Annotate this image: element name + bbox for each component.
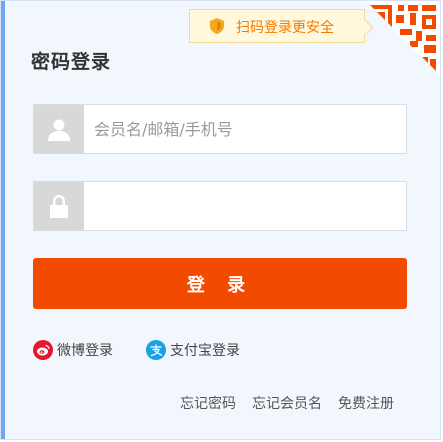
login-button[interactable]: 登 录 bbox=[33, 258, 407, 309]
forgot-password-link[interactable]: 忘记密码 bbox=[180, 393, 236, 413]
qr-login-tip[interactable]: 扫码登录更安全 bbox=[189, 9, 365, 43]
weibo-icon bbox=[33, 340, 53, 360]
login-panel: 扫码登录更安全 密码登录 会员名/邮箱/手机号 登 录 微博登录 支付宝登录 忘… bbox=[0, 0, 441, 440]
shield-icon bbox=[210, 18, 224, 34]
password-field[interactable] bbox=[33, 181, 407, 231]
username-field[interactable] bbox=[33, 104, 407, 154]
alipay-login-link[interactable]: 支付宝登录 bbox=[146, 339, 240, 361]
weibo-login-label: 微博登录 bbox=[57, 343, 113, 359]
register-link[interactable]: 免费注册 bbox=[338, 393, 394, 413]
username-input[interactable] bbox=[94, 105, 394, 153]
alipay-icon bbox=[146, 340, 166, 360]
weibo-login-link[interactable]: 微博登录 bbox=[33, 339, 113, 361]
page-title: 密码登录 bbox=[31, 51, 112, 73]
user-icon-box bbox=[34, 105, 84, 153]
password-input[interactable] bbox=[94, 182, 394, 230]
lock-icon bbox=[50, 195, 68, 218]
qr-tip-text: 扫码登录更安全 bbox=[236, 20, 334, 36]
forgot-username-link[interactable]: 忘记会员名 bbox=[252, 393, 322, 413]
alipay-login-label: 支付宝登录 bbox=[170, 343, 240, 359]
lock-icon-box bbox=[34, 182, 84, 230]
qr-code-icon bbox=[366, 1, 440, 75]
footer-links: 忘记密码 忘记会员名 免费注册 bbox=[180, 393, 394, 413]
user-icon bbox=[48, 119, 70, 141]
qr-code-toggle[interactable] bbox=[366, 1, 440, 75]
